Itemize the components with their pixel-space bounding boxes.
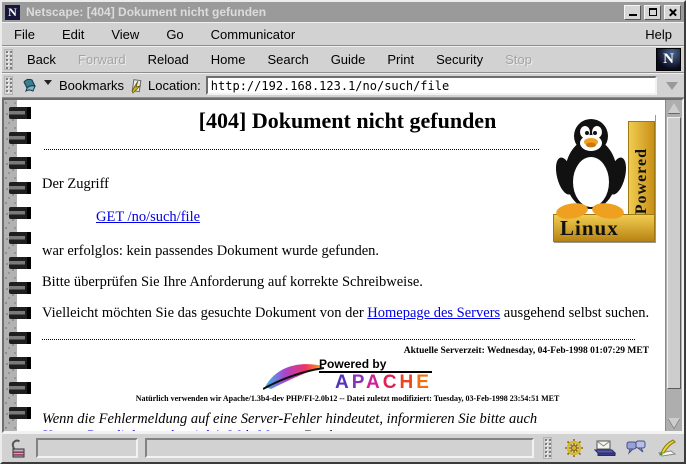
discussions-component-button[interactable] <box>624 437 648 459</box>
check-text: Bitte überprüfen Sie Ihre Anforderung au… <box>42 274 653 291</box>
footer-note: Wenn die Fehlermeldung auf eine Server-F… <box>42 411 650 433</box>
footer-text-pre: Wenn die Fehlermeldung auf eine Server-F… <box>42 411 537 427</box>
suggest-text: Vielleicht möchten Sie das gesuchte Doku… <box>42 305 653 322</box>
apache-letter: A <box>366 372 383 393</box>
speech-bubbles-icon <box>625 439 647 457</box>
ship-wheel-icon <box>564 438 584 458</box>
apache-letter: H <box>400 372 417 393</box>
bookmarks-label[interactable]: Bookmarks <box>59 78 124 93</box>
guide-button[interactable]: Guide <box>320 49 377 70</box>
location-bar: Bookmarks Location: <box>2 73 684 98</box>
apache-powered-by-text: Powered by <box>319 358 432 373</box>
spiral-binding-decoration <box>4 100 34 431</box>
homepage-link[interactable]: Homepage des Servers <box>367 305 500 321</box>
mailbox-component-button[interactable] <box>593 437 617 459</box>
menu-view[interactable]: View <box>111 27 139 42</box>
scroll-up-icon[interactable] <box>667 101 681 115</box>
title-bar[interactable]: N Netscape: [404] Dokument nicht gefunde… <box>2 2 684 22</box>
print-button[interactable]: Print <box>376 49 425 70</box>
window-title: Netscape: [404] Dokument nicht gefunden <box>26 5 621 19</box>
browser-viewport: Powered Linux <box>2 98 684 433</box>
stop-button[interactable]: Stop <box>494 49 543 70</box>
apache-letter: C <box>383 372 400 393</box>
dotted-rule-top <box>44 149 539 150</box>
minimize-icon <box>629 9 637 16</box>
menu-communicator[interactable]: Communicator <box>211 27 296 42</box>
bookmarks-dropdown-icon[interactable] <box>44 80 52 85</box>
close-button[interactable] <box>664 5 681 20</box>
scroll-down-icon[interactable] <box>667 416 681 430</box>
locationbar-grip[interactable] <box>4 76 13 95</box>
dotted-rule-bottom <box>42 339 635 340</box>
bookmarks-icon <box>21 77 41 95</box>
vertical-scrollbar[interactable] <box>665 100 682 431</box>
security-button[interactable]: Security <box>425 49 494 70</box>
apache-letter: A <box>335 372 352 393</box>
apache-letter: E <box>416 372 432 393</box>
component-bar-grip[interactable] <box>543 437 552 459</box>
footer-text-post: . Danke. <box>296 428 345 433</box>
toolbar-grip[interactable] <box>4 49 13 70</box>
netscape-window: N Netscape: [404] Dokument nicht gefunde… <box>0 0 686 464</box>
status-message-panel <box>145 438 534 458</box>
composer-quill-icon <box>657 439 677 457</box>
reload-button[interactable]: Reload <box>137 49 200 70</box>
apache-letter: P <box>352 372 366 393</box>
server-time-text: Aktuelle Serverzeit: Wednesday, 04-Feb-1… <box>42 346 653 357</box>
intro-text: Der Zugriff <box>42 176 653 193</box>
webmaster-link[interactable]: KwaamReo.dialup.mch.sni.de's Web-Master <box>42 428 296 433</box>
location-label: Location: <box>148 78 201 93</box>
location-input[interactable] <box>206 76 657 95</box>
open-padlock-icon <box>10 439 26 458</box>
apache-logo: Powered by APACHE <box>42 358 653 392</box>
apache-name-text: APACHE <box>335 373 432 392</box>
menu-go[interactable]: Go <box>166 27 183 42</box>
search-button[interactable]: Search <box>256 49 319 70</box>
progress-panel <box>36 438 138 458</box>
suggest-text-post: ausgehend selbst suchen. <box>500 305 649 321</box>
back-button[interactable]: Back <box>16 49 67 70</box>
document-404: [404] Dokument nicht gefunden Der Zugrif… <box>34 100 665 431</box>
menu-bar: File Edit View Go Communicator Help <box>2 22 684 46</box>
page-title: [404] Dokument nicht gefunden <box>42 108 653 134</box>
maximize-button[interactable] <box>644 5 661 20</box>
forward-button[interactable]: Forward <box>67 49 137 70</box>
home-button[interactable]: Home <box>200 49 257 70</box>
result-text: war erfolglos: kein passendes Dokument w… <box>42 243 653 260</box>
maximize-icon <box>649 8 657 16</box>
scrollbar-thumb[interactable] <box>667 117 681 389</box>
status-bar <box>2 433 684 462</box>
mailbox-icon <box>594 439 616 457</box>
location-dropdown-icon[interactable] <box>666 82 678 90</box>
menu-file[interactable]: File <box>14 27 35 42</box>
navigator-component-button[interactable] <box>562 437 586 459</box>
composer-component-button[interactable] <box>655 437 679 459</box>
apache-feather-icon <box>263 361 325 391</box>
page-proxy-icon[interactable] <box>129 77 143 95</box>
minimize-button[interactable] <box>624 5 641 20</box>
navigation-toolbar: Back Forward Reload Home Search Guide Pr… <box>2 46 684 73</box>
security-lock-button[interactable] <box>7 437 29 459</box>
menu-edit[interactable]: Edit <box>62 27 84 42</box>
netscape-logo[interactable]: N <box>656 48 681 71</box>
request-link[interactable]: GET /no/such/file <box>96 209 200 225</box>
modified-text: Natürlich verwenden wir Apache/1.3b4-dev… <box>42 394 653 404</box>
close-icon <box>668 8 677 17</box>
suggest-text-pre: Vielleicht möchten Sie das gesuchte Doku… <box>42 305 367 321</box>
netscape-app-icon: N <box>5 5 20 20</box>
menu-help[interactable]: Help <box>645 27 672 42</box>
apache-wordmark: Powered by APACHE <box>319 358 432 392</box>
